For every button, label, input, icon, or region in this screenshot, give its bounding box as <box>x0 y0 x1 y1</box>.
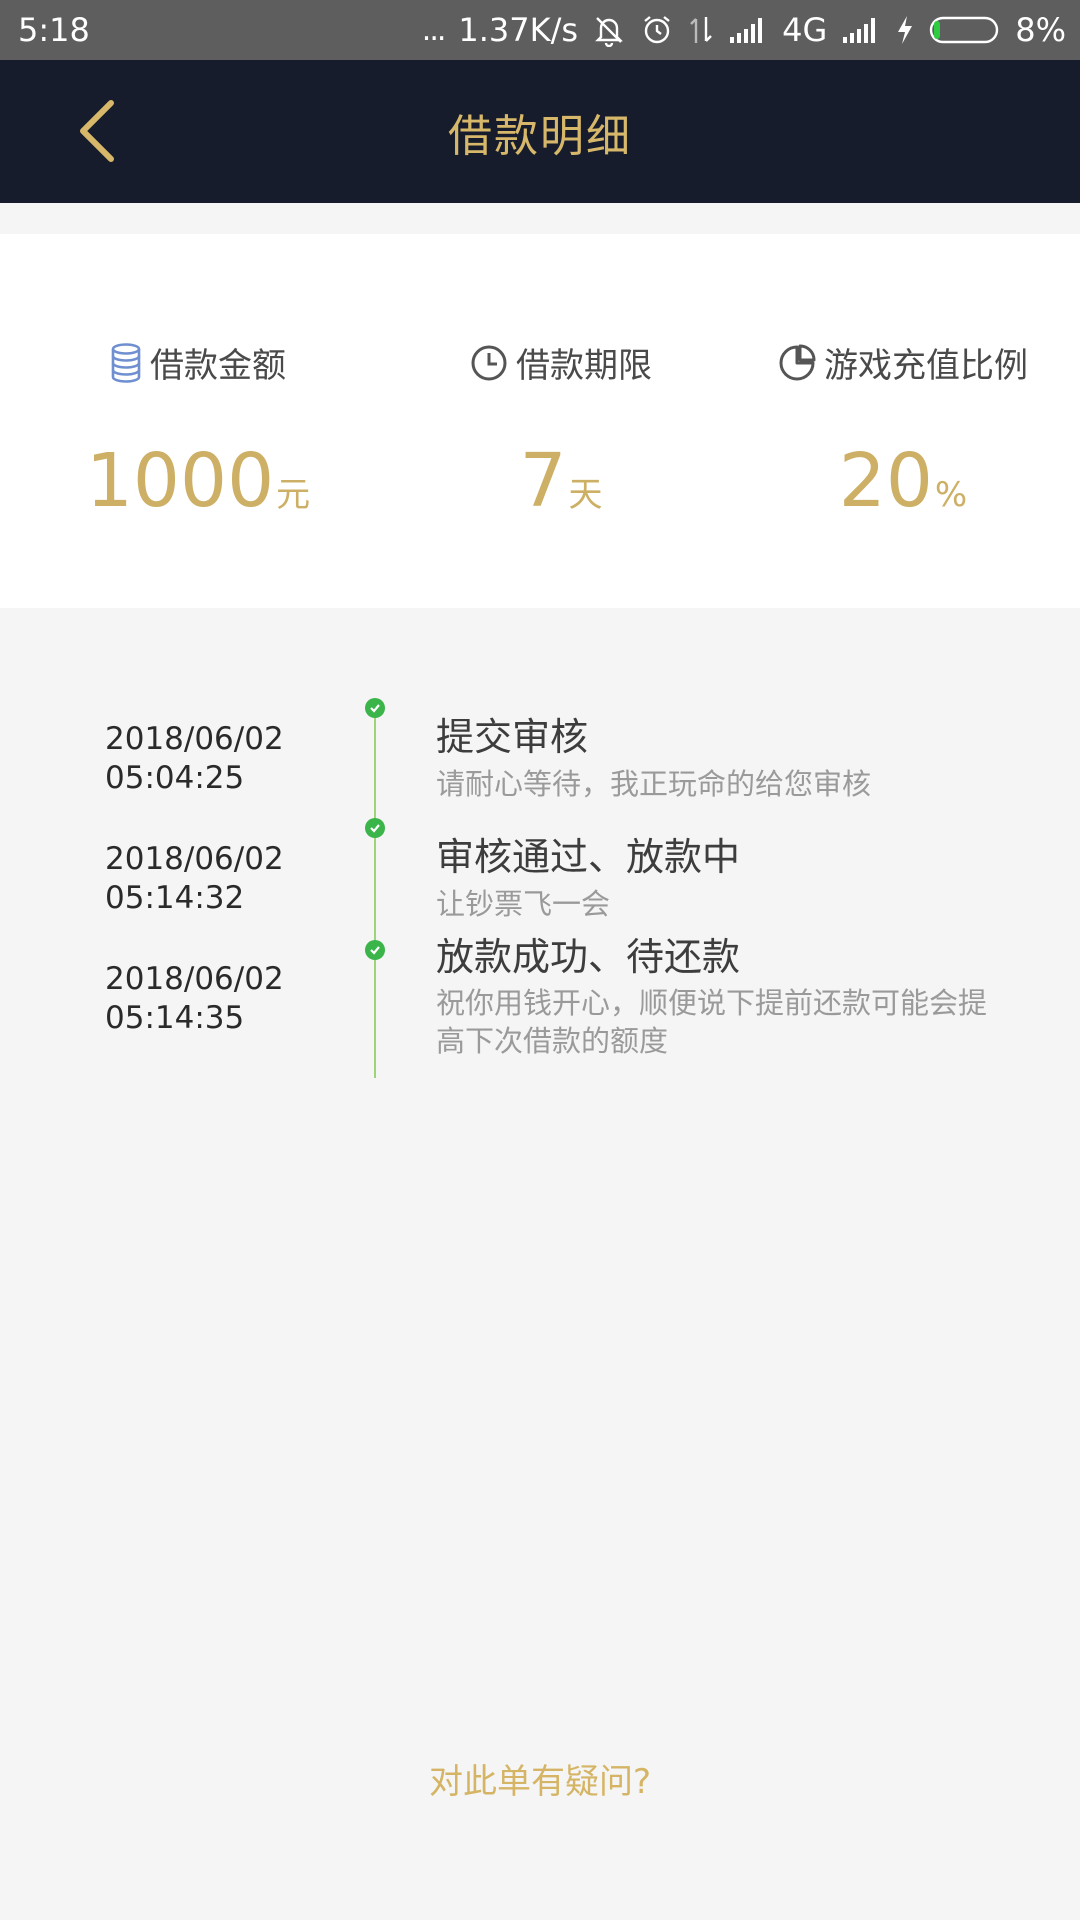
summary-amount-label-row: 借款金额 <box>0 338 396 387</box>
check-icon <box>365 818 385 838</box>
bell-muted-icon <box>595 17 623 47</box>
status-icons: ... 1.37K/s 4G 8% <box>422 11 1066 49</box>
timeline-desc: 请耐心等待，我正玩命的给您审核 <box>436 767 872 801</box>
amount-unit: 元 <box>276 475 311 515</box>
summary-ratio: 游戏充值比例 20 % <box>726 234 1080 608</box>
alarm-icon <box>644 16 670 44</box>
summary-term-label-row: 借款期限 <box>396 338 726 387</box>
timeline-date: 2018/06/02 <box>105 841 284 877</box>
timeline-title: 提交审核 <box>436 715 589 759</box>
summary-term-value: 7 天 <box>396 444 726 518</box>
timeline-time: 05:04:25 <box>105 760 245 796</box>
term-unit: 天 <box>568 475 603 515</box>
summary-amount-label: 借款金额 <box>150 346 286 386</box>
ratio-unit: % <box>934 475 968 515</box>
timeline-desc: 祝你用钱开心，顺便说下提前还款可能会提高下次借款的额度 <box>436 986 988 1058</box>
timeline-date: 2018/06/02 <box>105 721 284 757</box>
status-time: 5:18 <box>18 11 90 49</box>
summary-ratio-label: 游戏充值比例 <box>824 346 1028 386</box>
summary-term-label: 借款期限 <box>516 346 652 386</box>
data-transfer-icon <box>690 17 712 43</box>
timeline-title: 放款成功、待还款 <box>436 935 741 979</box>
battery-percent: 8% <box>1015 11 1066 49</box>
timeline-time: 05:14:35 <box>105 1000 245 1036</box>
battery-icon <box>930 16 999 44</box>
network-type: 4G <box>782 11 828 49</box>
more-dots: ... <box>421 12 447 48</box>
database-icon <box>111 342 141 383</box>
question-link[interactable]: 对此单有疑问? <box>0 1754 1080 1803</box>
status-bar: 5:18 ... 1.37K/s 4G 8% <box>0 0 1080 60</box>
pie-chart-icon <box>779 344 816 380</box>
check-icon <box>365 940 385 960</box>
timeline-desc: 让钞票飞一会 <box>436 887 611 921</box>
signal-secondary-icon <box>843 18 876 43</box>
header-bar: 借款明细 <box>0 60 1080 203</box>
check-icon <box>365 698 385 718</box>
summary-ratio-label-row: 游戏充值比例 <box>726 338 1080 387</box>
timeline-time: 05:14:32 <box>105 880 245 916</box>
signal-icon <box>730 18 763 43</box>
summary-amount-value: 1000 元 <box>0 444 396 518</box>
term-number: 7 <box>519 438 567 524</box>
network-speed: 1.37K/s <box>458 11 579 49</box>
timeline-date: 2018/06/02 <box>105 961 284 997</box>
loan-summary-card: 借款金额 1000 元 借款期限 7 天 游戏充值比例 20 % <box>0 234 1080 608</box>
clock-icon <box>471 345 507 380</box>
page-title: 借款明细 <box>448 110 632 162</box>
loan-timeline: 2018/06/02 05:04:25 提交审核 请耐心等待，我正玩命的给您审核… <box>0 690 1080 1090</box>
charging-icon <box>898 16 913 44</box>
summary-ratio-value: 20 % <box>726 444 1080 518</box>
timeline-title: 审核通过、放款中 <box>436 835 741 879</box>
summary-amount: 借款金额 1000 元 <box>0 234 396 608</box>
amount-number: 1000 <box>85 438 275 524</box>
timeline-line <box>374 708 376 1078</box>
summary-term: 借款期限 7 天 <box>396 234 726 608</box>
ratio-number: 20 <box>838 438 933 524</box>
